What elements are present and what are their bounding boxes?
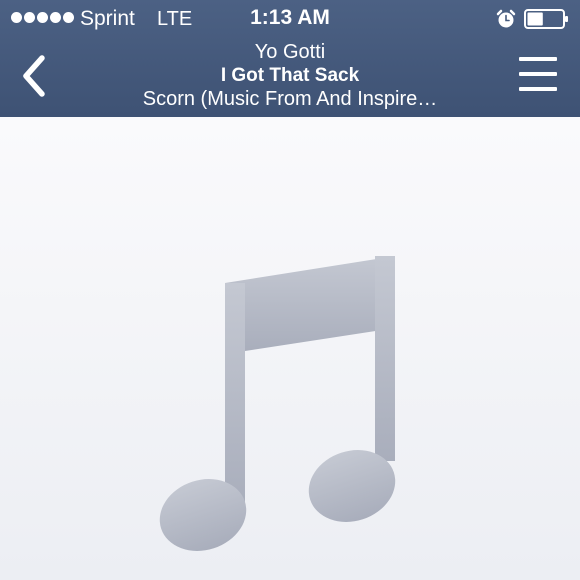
music-note-icon <box>159 256 396 551</box>
status-bar: Sprint LTE 1:13 AM <box>0 0 580 38</box>
carrier-label: Sprint <box>80 7 135 30</box>
network-label: LTE <box>157 8 193 30</box>
alarm-icon <box>496 9 516 28</box>
signal-dots-icon <box>11 12 74 23</box>
album-title: Scorn (Music From And Inspire… <box>142 88 438 110</box>
menu-button[interactable] <box>516 55 560 95</box>
chevron-left-icon <box>23 55 45 97</box>
artist-name: Yo Gotti <box>254 41 326 63</box>
song-title: I Got That Sack <box>220 65 360 86</box>
battery-icon <box>524 9 568 29</box>
header: Sprint LTE 1:13 AM Yo Gotti I Got That S… <box>0 0 580 117</box>
back-button[interactable] <box>14 52 54 100</box>
now-playing-info: Yo Gotti I Got That Sack Scorn (Music Fr… <box>90 40 490 111</box>
